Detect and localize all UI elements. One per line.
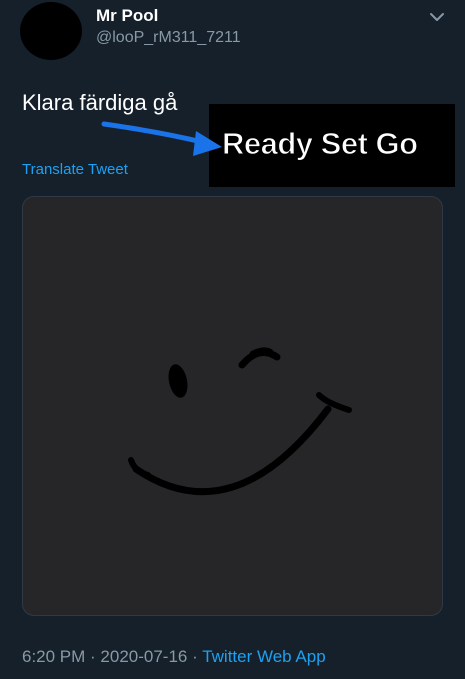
smiley-mouth-right-end — [316, 392, 352, 413]
tweet-timestamp[interactable]: 6:20 PM · 2020-07-16 · — [22, 647, 202, 666]
tweet-text: Klara färdiga gå — [22, 90, 178, 115]
source-app-link[interactable]: Twitter Web App — [202, 647, 325, 666]
avatar[interactable] — [20, 2, 82, 60]
tweet-footer: 6:20 PM · 2020-07-16 · Twitter Web App — [22, 647, 326, 667]
smiley-eye — [168, 364, 188, 398]
smiley-mouth — [132, 405, 332, 495]
user-handle[interactable]: @looP_rM311_7211 — [96, 29, 241, 47]
translate-tweet-link[interactable]: Translate Tweet — [22, 161, 128, 178]
tweet-page: Mr Pool @looP_rM311_7211 Klara färdiga g… — [0, 0, 465, 679]
smiley-wink — [238, 349, 281, 369]
chevron-down-icon[interactable] — [428, 10, 446, 24]
display-name[interactable]: Mr Pool — [96, 6, 158, 26]
annotation-text: Ready Set Go — [222, 126, 419, 162]
tweet-media[interactable] — [22, 196, 443, 616]
winking-smiley-icon — [128, 347, 352, 495]
